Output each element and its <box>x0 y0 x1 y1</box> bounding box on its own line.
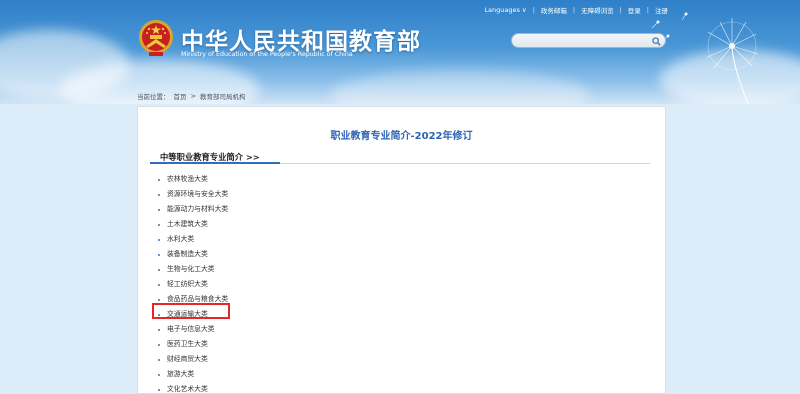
category-item[interactable]: 水利大类 <box>158 232 228 247</box>
category-list: 农林牧渔大类 资源环境与安全大类 能源动力与材料大类 土木建筑大类 水利大类 装… <box>158 172 228 394</box>
category-item[interactable]: 能源动力与材料大类 <box>158 202 228 217</box>
section-underline <box>150 162 280 164</box>
breadcrumb-label: 当前位置： <box>137 93 170 101</box>
bullet-icon <box>158 223 160 226</box>
content-panel: 职业教育专业简介-2022年修订 中等职业教育专业简介 >> 农林牧渔大类 资源… <box>137 106 666 394</box>
category-item[interactable]: 文化艺术大类 <box>158 382 228 394</box>
register-link[interactable]: 注册 <box>655 5 668 15</box>
category-label[interactable]: 农林牧渔大类 <box>167 172 208 187</box>
category-item[interactable]: 装备制造大类 <box>158 247 228 262</box>
gov-mail-link[interactable]: 政务邮箱 <box>541 5 567 15</box>
category-item[interactable]: 电子与信息大类 <box>158 322 228 337</box>
site-subtitle: Ministry of Education of the People's Re… <box>181 51 353 58</box>
nav-separator: | <box>619 6 622 14</box>
category-label[interactable]: 财经商贸大类 <box>167 352 208 367</box>
breadcrumb-home-link[interactable]: 首页 <box>174 91 187 101</box>
highlight-box <box>152 303 230 319</box>
top-navigation: Languages ∨ | 政务邮箱 | 无障碍浏览 | 登录 | 注册 <box>484 4 668 16</box>
category-item[interactable]: 资源环境与安全大类 <box>158 187 228 202</box>
breadcrumb-separator: > <box>190 92 196 100</box>
category-label[interactable]: 能源动力与材料大类 <box>167 202 228 217</box>
category-label[interactable]: 旅游大类 <box>167 367 194 382</box>
bullet-icon <box>158 238 160 241</box>
category-label[interactable]: 文化艺术大类 <box>167 382 208 394</box>
search-icon[interactable] <box>650 35 662 47</box>
breadcrumb-current-link[interactable]: 教育部司局机构 <box>200 91 246 101</box>
category-item[interactable]: 土木建筑大类 <box>158 217 228 232</box>
bullet-icon <box>158 298 160 301</box>
bullet-icon <box>158 358 160 361</box>
bullet-icon <box>158 193 160 196</box>
category-item[interactable]: 轻工纺织大类 <box>158 277 228 292</box>
bullet-icon <box>158 253 160 256</box>
category-label[interactable]: 资源环境与安全大类 <box>167 187 228 202</box>
category-label[interactable]: 水利大类 <box>167 232 194 247</box>
login-link[interactable]: 登录 <box>628 5 641 15</box>
category-item[interactable]: 财经商贸大类 <box>158 352 228 367</box>
languages-menu[interactable]: Languages ∨ <box>484 6 526 14</box>
national-emblem-icon <box>139 20 173 56</box>
category-label[interactable]: 生物与化工大类 <box>167 262 215 277</box>
bullet-icon <box>158 208 160 211</box>
category-label[interactable]: 轻工纺织大类 <box>167 277 208 292</box>
category-label[interactable]: 土木建筑大类 <box>167 217 208 232</box>
bullet-icon <box>158 343 160 346</box>
nav-separator: | <box>572 6 576 14</box>
bullet-icon <box>158 328 160 331</box>
bullet-icon <box>158 283 160 286</box>
category-label[interactable]: 医药卫生大类 <box>167 337 208 352</box>
accessibility-link[interactable]: 无障碍浏览 <box>581 5 614 15</box>
category-item[interactable]: 旅游大类 <box>158 367 228 382</box>
bullet-icon <box>158 268 160 271</box>
search-input[interactable] <box>511 33 666 48</box>
nav-separator: | <box>646 6 649 14</box>
bullet-icon <box>158 388 160 391</box>
dandelion-decoration <box>651 12 759 104</box>
bullet-icon <box>158 373 160 376</box>
category-label[interactable]: 电子与信息大类 <box>167 322 215 337</box>
nav-separator: | <box>532 6 535 14</box>
category-label[interactable]: 装备制造大类 <box>167 247 208 262</box>
page-title: 职业教育专业简介-2022年修订 <box>330 131 473 142</box>
category-item[interactable]: 医药卫生大类 <box>158 337 228 352</box>
category-item[interactable]: 农林牧渔大类 <box>158 172 228 187</box>
bullet-icon <box>158 178 160 181</box>
category-item[interactable]: 生物与化工大类 <box>158 262 228 277</box>
breadcrumb: 当前位置： 首页 > 教育部司局机构 <box>137 91 245 101</box>
